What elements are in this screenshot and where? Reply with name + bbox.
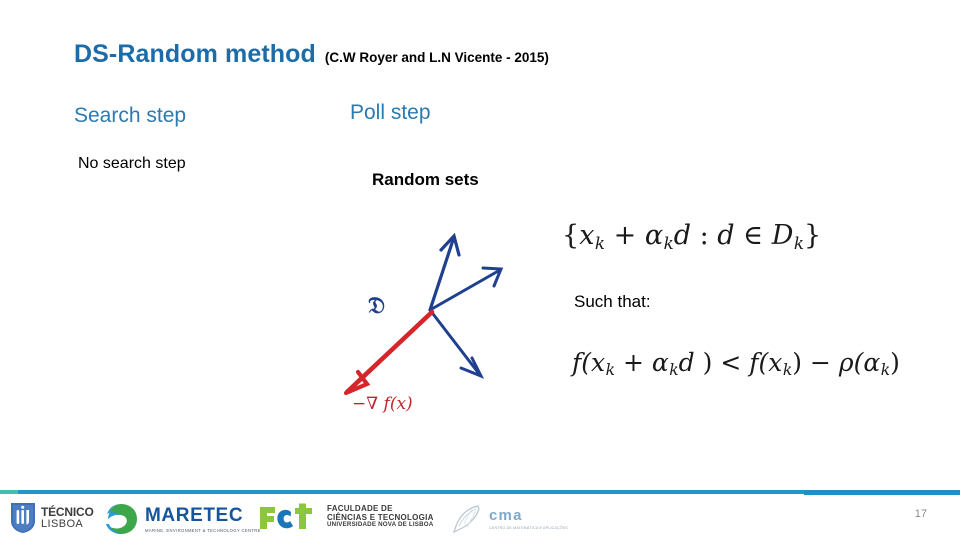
fct-subtitle: FACULDADE DE CIÊNCIAS E TECNOLOGIA UNIVE… — [327, 504, 434, 530]
member-d: d — [717, 220, 735, 251]
blue-arrow-down-right — [428, 308, 485, 379]
sd-x-k: x — [591, 348, 606, 377]
cma-tagline: CENTRO DE MATEMÁTICA E APLICAÇÕES — [489, 526, 569, 530]
alpha-k: α — [644, 220, 664, 251]
sd-x-k-sub: k — [605, 361, 616, 380]
ist-line-1: TÉCNICO — [41, 505, 94, 520]
sd-x-k-2: x — [768, 348, 783, 377]
sd-alpha-k-sub: k — [669, 361, 679, 380]
direction-d: d — [673, 220, 692, 251]
such-that-label: Such that: — [574, 292, 651, 311]
title-citation: (C.W Royer and L.N Vicente - 2015) — [324, 50, 549, 65]
cma-name: cma — [489, 507, 523, 524]
footer-divider — [0, 490, 960, 495]
set-d-label: 𝔇 — [368, 292, 386, 319]
x-k-sub: k — [594, 232, 606, 253]
maretec-swirl-icon — [103, 502, 139, 536]
colon-sep: : — [691, 220, 718, 251]
sd-alpha-k-3: α — [863, 348, 881, 377]
search-step-heading: Search step — [74, 104, 187, 127]
logo-ist-tecnico-lisboa: TÉCNICO LISBOA — [10, 502, 94, 534]
set-D-sub: k — [793, 232, 805, 253]
negative-gradient-prefix: −∇ — [352, 394, 379, 414]
set-D: D — [771, 220, 794, 251]
maretec-name: MARETEC — [145, 504, 244, 526]
ist-shield-icon — [10, 502, 36, 534]
sd-x-k-2-sub: k — [782, 361, 793, 380]
poll-set-formula: {xk + αkd : d ∈ Dk} — [562, 220, 821, 253]
negative-gradient-function: f(x) — [383, 394, 413, 414]
f-open-1: f( — [572, 348, 592, 377]
red-gradient-arrow — [343, 309, 435, 396]
poll-step-body: Random sets — [372, 170, 479, 189]
poll-step-heading: Poll step — [350, 101, 431, 124]
sd-alpha-k: α — [651, 348, 669, 377]
f-open-2: f( — [749, 348, 769, 377]
logo-cma: cma CENTRO DE MATEMÁTICA E APLICAÇÕES — [452, 504, 568, 534]
search-step-body: No search step — [78, 155, 186, 172]
minus-op: − — [802, 348, 839, 377]
plus-op: + — [605, 220, 645, 251]
sd-close-1: ) — [694, 348, 713, 377]
footer-logos: TÉCNICO LISBOA MARETEC MARINE, ENVIRONME… — [0, 498, 700, 540]
blue-arrow-up — [428, 232, 461, 312]
sd-alpha-k-3-sub: k — [880, 361, 891, 380]
sufficient-decrease-formula: f(xk + αkd ) < f(xk) − ρ(αk) — [572, 348, 900, 379]
maretec-tagline: MARINE, ENVIRONMENT & TECHNOLOGY CENTRE — [145, 527, 261, 533]
fct-line-3: UNIVERSIDADE NOVA DE LISBOA — [327, 521, 434, 529]
slide: DS-Random method (C.W Royer and L.N Vice… — [0, 0, 960, 540]
sd-close-2: ) — [792, 348, 803, 377]
page-number: 17 — [914, 508, 927, 520]
brace-open: { — [562, 220, 580, 251]
x-k: x — [579, 220, 595, 251]
logo-fct-unl: FACULDADE DE CIÊNCIAS E TECNOLOGIA UNIVE… — [258, 503, 434, 531]
logo-maretec: MARETEC MARINE, ENVIRONMENT & TECHNOLOGY… — [103, 502, 261, 536]
sd-plus-op: + — [615, 348, 652, 377]
slide-title: DS-Random method (C.W Royer and L.N Vice… — [74, 40, 549, 69]
footer-divider-right — [804, 490, 960, 495]
fct-wordmark-icon — [258, 503, 320, 531]
sd-close-3: ) — [890, 348, 900, 377]
less-than-op: < — [712, 348, 750, 377]
sd-direction-d: d — [678, 348, 695, 377]
ist-line-2: LISBOA — [41, 517, 84, 530]
negative-gradient-label: −∇ f(x) — [352, 394, 413, 414]
maretec-wordmark: MARETEC MARINE, ENVIRONMENT & TECHNOLOGY… — [145, 506, 261, 533]
cma-wordmark: cma CENTRO DE MATEMÁTICA E APLICAÇÕES — [489, 508, 568, 530]
brace-close: } — [804, 220, 822, 251]
rho-open: ρ( — [838, 348, 864, 377]
footer-divider-accent — [0, 490, 18, 494]
cma-feather-icon — [452, 504, 486, 534]
element-of-op: ∈ — [734, 220, 772, 251]
page-title: DS-Random method — [74, 40, 316, 68]
alpha-k-sub: k — [663, 232, 674, 253]
footer-divider-main — [18, 490, 804, 494]
ist-wordmark: TÉCNICO LISBOA — [41, 506, 94, 529]
